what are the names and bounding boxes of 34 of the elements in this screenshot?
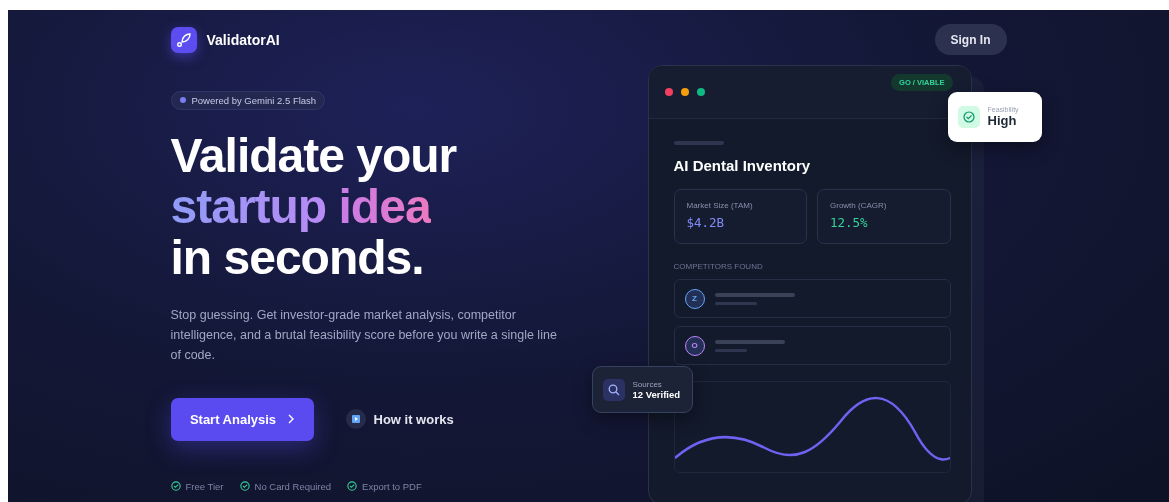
competitor-avatar: O [684,335,705,356]
feature-label: No Card Required [254,480,332,492]
check-circle-icon [347,481,358,491]
placeholder-bar [714,301,757,305]
powered-by-badge: Powered by Gemini 2.5 Flash [170,90,326,110]
sources-value: 12 Verified [632,388,681,400]
feature-label: Free Tier [185,480,224,492]
hero-description: Stop guessing. Get investor-grade market analysis, competitor intelligence, and a brutal feasibility score before you write a single line of code. [170,306,558,364]
metric-label: Growth (CAGR) [830,201,888,210]
chevron-right-icon [288,414,295,424]
start-analysis-button[interactable]: Start Analysis [170,397,314,441]
how-it-works-button[interactable]: How it works [345,409,454,429]
check-circle-icon [170,481,181,491]
rocket-logo-icon [170,26,197,53]
headline-text: in seconds. [170,231,424,283]
sign-in-button[interactable]: Sign In [934,24,1007,55]
placeholder-bar [673,141,724,145]
metric-value: $4.2B [686,215,726,230]
sources-label: Sources [632,379,663,389]
feasibility-value: High [987,113,1017,128]
competitor-avatar: Z [684,288,705,309]
feature-label: Export to PDF [362,480,422,492]
section-heading: COMPETITORS FOUND [673,262,764,271]
metric-value: 12.5% [830,215,869,230]
search-icon [602,378,625,401]
play-icon [345,409,366,429]
idea-title: AI Dental Inventory [673,157,812,174]
headline-text: Validate your [170,129,457,181]
placeholder-bar [714,348,747,352]
dot-icon [179,97,186,103]
brand-name: ValidatorAI [206,31,280,48]
check-circle-icon [239,481,250,491]
metric-label: Market Size (TAM) [686,201,754,210]
placeholder-bar [714,339,785,344]
